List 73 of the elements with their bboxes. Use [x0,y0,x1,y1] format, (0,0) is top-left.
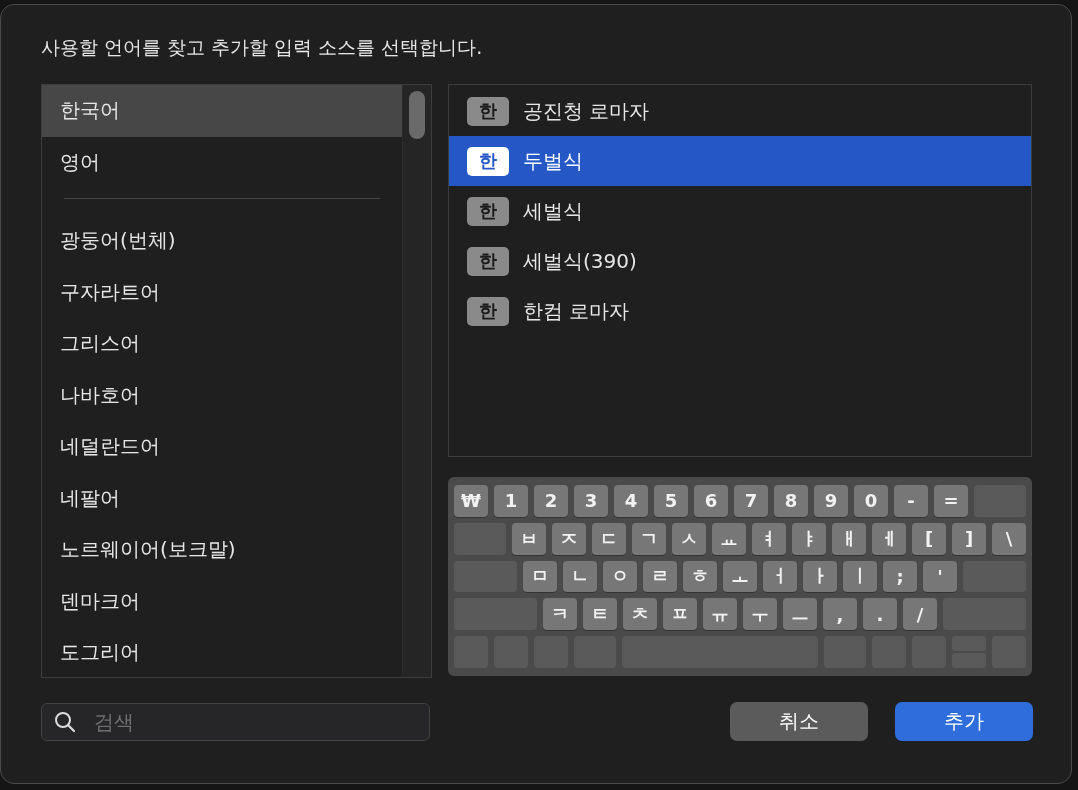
language-item[interactable]: 네팔어 [42,472,402,524]
keyboard-key: ㅑ [792,522,826,555]
language-item[interactable]: 도그리어 [42,627,402,679]
keyboard-key: 6 [694,485,728,517]
cancel-button[interactable]: 취소 [730,702,868,741]
keyboard-key: = [934,485,968,517]
keyboard-key: 1 [494,485,528,517]
dialog-prompt: 사용할 언어를 찾고 추가할 입력 소스를 선택합니다. [41,35,484,59]
language-item[interactable]: 광둥어(번체) [42,215,402,267]
keyboard-key: ㅌ [583,598,617,631]
keyboard-key: ㅇ [603,560,637,593]
keyboard-key: 7 [734,485,768,517]
keyboard-key: 4 [614,485,648,517]
keyboard-key: ] [952,522,986,555]
keyboard-key: / [903,598,937,631]
keyboard-key: ㅓ [763,560,797,593]
keyboard-key: ; [883,560,917,593]
keyboard-key: ㅣ [843,560,877,593]
keyboard-key: ㅏ [803,560,837,593]
keyboard-key: ㅗ [723,560,757,593]
keyboard-key: \ [992,522,1026,555]
input-source-badge: 한 [467,246,509,276]
input-source-badge: 한 [467,146,509,176]
search-field[interactable]: 검색 [41,702,430,741]
language-item[interactable]: 영어 [42,136,402,188]
input-source-item[interactable]: 한 세벌식(390) [449,236,1031,286]
keyboard-key: ㅜ [743,598,777,631]
keyboard-key: 2 [534,485,568,517]
input-source-item[interactable]: 한 세벌식 [449,186,1031,236]
keyboard-key: , [823,598,857,631]
keyboard-key: ㅔ [872,522,906,555]
keyboard-key: ㅂ [512,522,546,555]
language-item[interactable]: 나바호어 [42,369,402,421]
input-source-badge: 한 [467,196,509,226]
input-source-item[interactable]: 한 두벌식 [449,136,1031,186]
keyboard-key: ㅍ [663,598,697,631]
language-item[interactable]: 그리스어 [42,318,402,370]
keyboard-key: 0 [854,485,888,517]
keyboard-key: ㅡ [783,598,817,631]
keyboard-key: 5 [654,485,688,517]
language-item[interactable]: 노르웨이어(보크말) [42,524,402,576]
keyboard-key: - [894,485,928,517]
language-item[interactable]: 네덜란드어 [42,421,402,473]
keyboard-key: ㄱ [632,522,666,555]
keyboard-key: ㅁ [523,560,557,593]
input-source-badge: 한 [467,96,509,126]
input-source-badge: 한 [467,296,509,326]
keyboard-key: ㅊ [623,598,657,631]
keyboard-key: ₩ [454,485,488,517]
language-item[interactable]: 구자라트어 [42,266,402,318]
keyboard-key: ㅕ [752,522,786,555]
keyboard-key: ㄴ [563,560,597,593]
keyboard-key: ㅠ [703,598,737,631]
keyboard-key: 3 [574,485,608,517]
language-item[interactable]: 덴마크어 [42,575,402,627]
input-source-item[interactable]: 한 한컴 로마자 [449,286,1031,336]
keyboard-key: ㅋ [543,598,577,631]
keyboard-key: ㅅ [672,522,706,555]
keyboard-key: . [863,598,897,631]
input-source-item[interactable]: 한 공진청 로마자 [449,86,1031,136]
keyboard-key: [ [912,522,946,555]
scrollbar-thumb[interactable] [409,91,425,139]
keyboard-key: ㄹ [643,560,677,593]
keyboard-key: ㅎ [683,560,717,593]
add-button[interactable]: 추가 [895,702,1033,741]
keyboard-key: 8 [774,485,808,517]
keyboard-key: ㅈ [552,522,586,555]
keyboard-key: ㄷ [592,522,626,555]
keyboard-key: 9 [814,485,848,517]
keyboard-key: ' [923,560,957,593]
keyboard-key: ㅐ [832,522,866,555]
language-item[interactable]: 한국어 [42,85,402,137]
keyboard-key: ㅛ [712,522,746,555]
